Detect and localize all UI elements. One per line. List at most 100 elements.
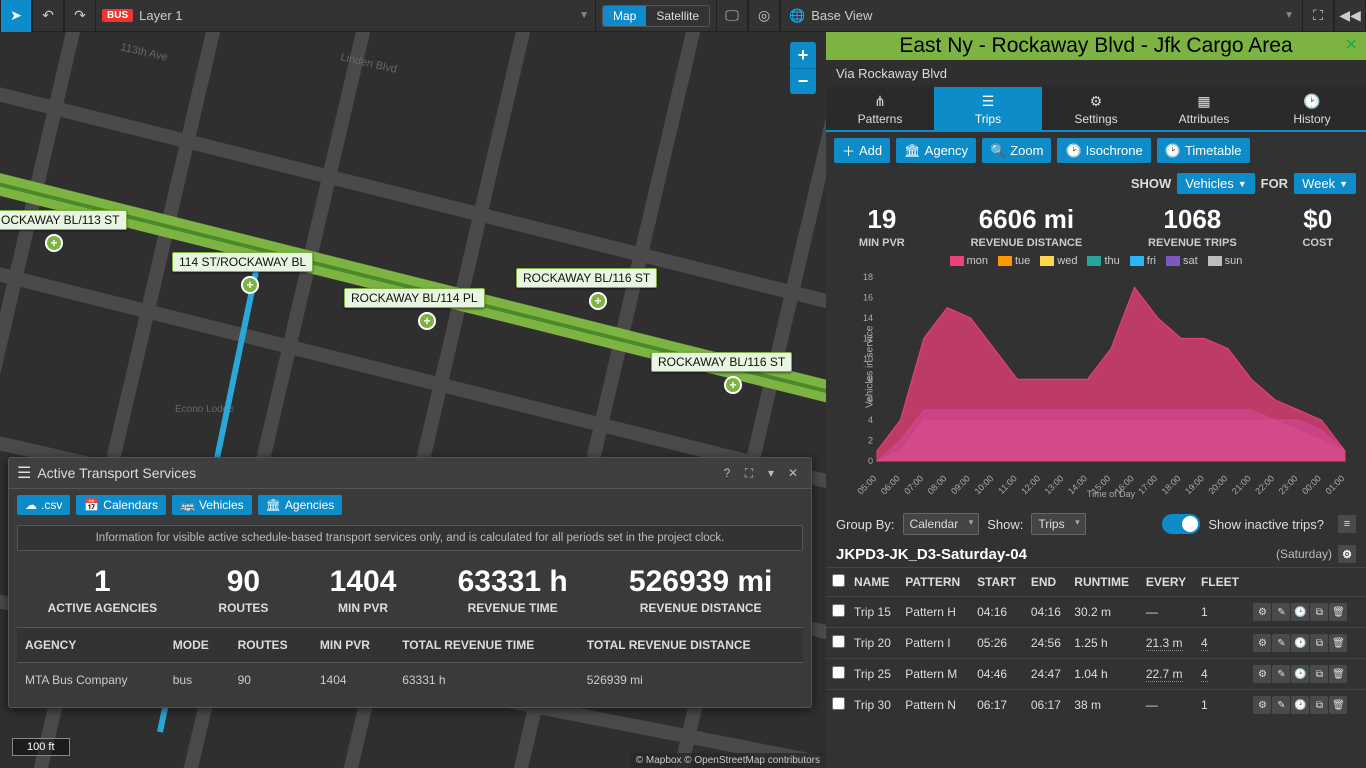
add-button[interactable]: ＋Add	[834, 138, 890, 163]
isochrone-button[interactable]: 🕑Isochrone	[1057, 138, 1150, 163]
week-dropdown[interactable]: Week▼	[1294, 173, 1356, 194]
delete-icon[interactable]: 🗑	[1329, 665, 1347, 683]
tab-patterns[interactable]: ⋔Patterns	[826, 87, 934, 130]
stop-label[interactable]: ROCKAWAY BL/116 ST	[516, 268, 657, 288]
edit-icon[interactable]: ✎	[1272, 696, 1290, 714]
edit-icon[interactable]: ✎	[1272, 634, 1290, 652]
select-all-checkbox[interactable]	[832, 574, 845, 587]
delete-icon[interactable]: 🗑	[1329, 696, 1347, 714]
show-select[interactable]: Trips	[1031, 513, 1085, 535]
tab-trips[interactable]: ☰Trips	[934, 87, 1042, 130]
edit-icon[interactable]: ✎	[1272, 603, 1290, 621]
col-header: AGENCY	[17, 628, 165, 663]
gear-icon[interactable]: ⚙	[1253, 665, 1271, 683]
row-checkbox[interactable]	[832, 666, 845, 679]
minimize-icon[interactable]: ▾	[761, 463, 781, 483]
agencies-button[interactable]: 🏛Agencies	[258, 495, 343, 515]
close-icon[interactable]: ✕	[783, 463, 803, 483]
svg-text:08:00: 08:00	[926, 473, 949, 496]
stop-label[interactable]: ROCKAWAY BL/116 ST	[651, 352, 792, 372]
clock-icon[interactable]: 🕑	[1291, 696, 1309, 714]
svg-text:0: 0	[868, 456, 873, 466]
vehicles-dropdown[interactable]: Vehicles▼	[1177, 173, 1254, 194]
monitor-icon[interactable]: 🖵	[716, 0, 748, 32]
gear-icon[interactable]: ⚙	[1253, 696, 1271, 714]
view-selector[interactable]: 🌐 Base View ▼	[780, 0, 1302, 32]
tab-settings[interactable]: ⚙Settings	[1042, 87, 1150, 130]
stop-label[interactable]: ROCKAWAY BL/114 PL	[344, 288, 485, 308]
copy-icon[interactable]: ⧉	[1310, 696, 1328, 714]
target-icon[interactable]: ◎	[748, 0, 780, 32]
delete-icon[interactable]: 🗑	[1329, 603, 1347, 621]
route-title: East Ny - Rockaway Blvd - Jfk Cargo Area	[899, 34, 1292, 57]
collapse-icon[interactable]: ◀◀	[1334, 0, 1366, 32]
gear-icon[interactable]: ⚙	[1338, 545, 1356, 563]
trip-end: 06:17	[1027, 690, 1070, 721]
vehicles-label: Vehicles	[199, 498, 244, 512]
svg-text:21:00: 21:00	[1230, 473, 1253, 496]
chevron-down-icon: ▼	[579, 10, 589, 21]
filter-icon[interactable]: ≡	[1338, 515, 1356, 533]
col-header: TOTAL REVENUE DISTANCE	[579, 628, 803, 663]
map-canvas[interactable]: 113th Ave Linden Blvd Econo Lodge + − 10…	[0, 32, 826, 768]
gear-icon[interactable]: ⚙	[1253, 634, 1271, 652]
zoom-control: + −	[790, 42, 816, 94]
svg-text:Time of Day: Time of Day	[1087, 489, 1136, 499]
clock-icon[interactable]: 🕑	[1291, 634, 1309, 652]
layer-selector[interactable]: BUS Layer 1 ▼	[96, 0, 596, 32]
group-by-select[interactable]: Calendar	[903, 513, 980, 535]
timetable-label: Timetable	[1185, 143, 1242, 158]
vehicles-button[interactable]: 🚌Vehicles	[172, 495, 252, 515]
zoom-button[interactable]: 🔍Zoom	[982, 138, 1051, 163]
col-header: START	[973, 568, 1027, 597]
stat-label: REVENUE TIME	[458, 601, 568, 615]
table-cell: 90	[230, 663, 312, 698]
clock-icon[interactable]: 🕑	[1291, 665, 1309, 683]
redo-button[interactable]: ↷	[64, 0, 96, 32]
building-icon: 🏛	[266, 498, 281, 512]
tab-attributes[interactable]: ▦Attributes	[1150, 87, 1258, 130]
stop-marker[interactable]: +	[589, 292, 607, 310]
edit-icon[interactable]: ✎	[1272, 665, 1290, 683]
legend-item: sat	[1166, 255, 1198, 267]
tab-history[interactable]: 🕑History	[1258, 87, 1366, 130]
stop-marker[interactable]: +	[418, 312, 436, 330]
tab-icon: ⋔	[828, 93, 932, 110]
copy-icon[interactable]: ⧉	[1310, 603, 1328, 621]
close-icon[interactable]: ✕	[1345, 35, 1358, 55]
col-header: NAME	[850, 568, 901, 597]
zoom-out-button[interactable]: −	[790, 68, 816, 94]
help-icon[interactable]: ?	[717, 463, 737, 483]
zoom-in-button[interactable]: +	[790, 42, 816, 68]
pointer-tool-button[interactable]: ➤	[0, 0, 32, 32]
gear-icon[interactable]: ⚙	[1253, 603, 1271, 621]
row-checkbox[interactable]	[832, 604, 845, 617]
copy-icon[interactable]: ⧉	[1310, 665, 1328, 683]
stop-marker[interactable]: +	[724, 376, 742, 394]
map-toggle[interactable]: Map	[603, 6, 646, 26]
clock-icon: 🕑	[1165, 143, 1181, 159]
plus-icon: ＋	[842, 141, 855, 160]
calendars-button[interactable]: 📅Calendars	[76, 495, 166, 515]
stop-label[interactable]: OCKAWAY BL/113 ST	[0, 210, 127, 230]
vehicles-value: Vehicles	[1185, 176, 1233, 191]
inactive-toggle[interactable]	[1162, 514, 1200, 534]
delete-icon[interactable]: 🗑	[1329, 634, 1347, 652]
copy-icon[interactable]: ⧉	[1310, 634, 1328, 652]
agency-button[interactable]: 🏛Agency	[896, 138, 976, 163]
expand-icon[interactable]: ⛶	[1302, 0, 1334, 32]
expand-icon[interactable]: ⛶	[739, 463, 759, 483]
row-checkbox[interactable]	[832, 697, 845, 710]
stop-marker[interactable]: +	[45, 234, 63, 252]
timetable-button[interactable]: 🕑 Timetable	[1157, 138, 1250, 163]
undo-button[interactable]: ↶	[32, 0, 64, 32]
row-checkbox[interactable]	[832, 635, 845, 648]
stop-label[interactable]: 114 ST/ROCKAWAY BL	[172, 252, 313, 272]
kpi-label: REVENUE DISTANCE	[971, 237, 1083, 249]
clock-icon[interactable]: 🕑	[1291, 603, 1309, 621]
col-header: MODE	[165, 628, 230, 663]
trip-end: 24:47	[1027, 659, 1070, 690]
satellite-toggle[interactable]: Satellite	[646, 6, 709, 26]
stop-marker[interactable]: +	[241, 276, 259, 294]
csv-export-button[interactable]: ☁.csv	[17, 495, 70, 515]
